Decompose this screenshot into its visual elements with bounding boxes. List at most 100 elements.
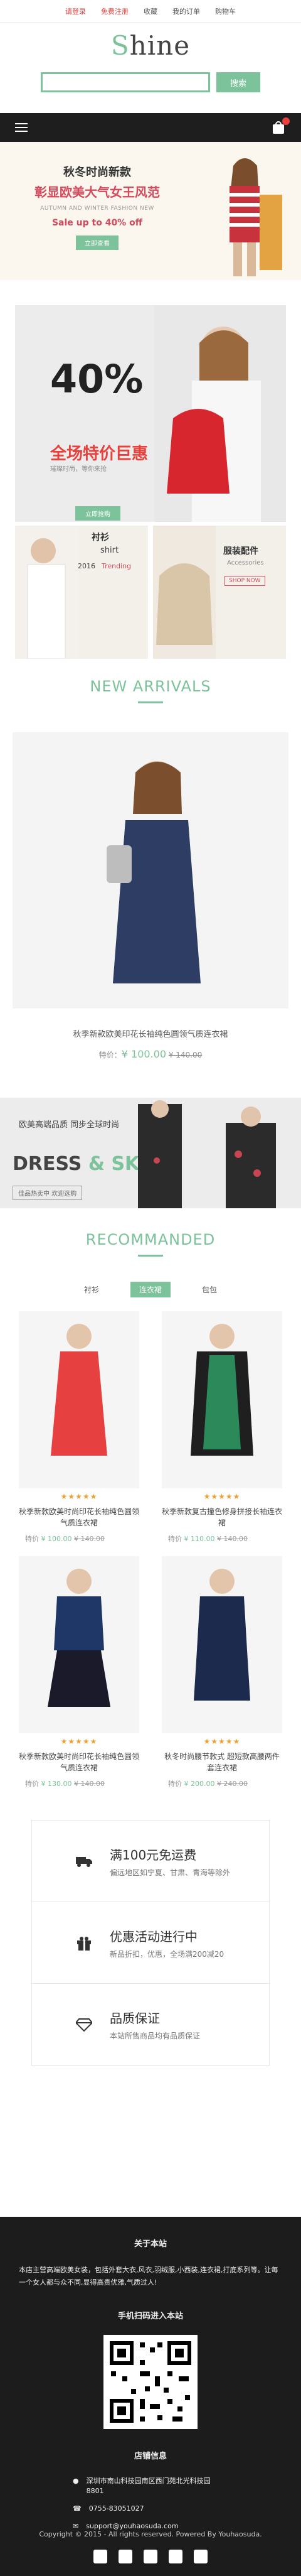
product-name[interactable]: 秋季新款欧美时尚印花长袖纯色圆领气质连衣裙 xyxy=(19,1506,139,1529)
feature-quality: 品质保证 本站所售商品均有品质保证 xyxy=(32,1984,269,2065)
promo-sale-text: 全场特价巨惠 xyxy=(50,445,149,463)
price-label: 特价： xyxy=(98,1051,122,1059)
new-arrival-product-image[interactable] xyxy=(13,732,288,1009)
site-logo[interactable]: Shine xyxy=(111,30,190,61)
shirt-model-image xyxy=(15,526,78,659)
about-text: 本店主营高端欧美女装，包括外套大衣,风衣,羽绒服,小西装,连衣裙,打底系列等。让… xyxy=(19,2266,278,2286)
acc-shop-button[interactable]: SHOP NOW xyxy=(224,576,265,586)
feature-title: 品质保证 xyxy=(110,2011,160,2026)
acc-en: Accessories xyxy=(227,560,264,566)
product-price: 特价 ¥ 130.00 ¥ 140.00 xyxy=(25,1780,105,1788)
register-link[interactable]: 免费注册 xyxy=(101,6,129,16)
promo-banner[interactable]: 40% OFF 全场特价巨惠 璀璨时尚，等你来抢 立即抢购 xyxy=(15,305,286,522)
social-links xyxy=(0,2550,301,2563)
product-name[interactable]: 秋季新款欧美时尚印花长袖纯色圆领气质连衣裙 xyxy=(19,1751,139,1773)
cart-link[interactable]: 购物车 xyxy=(215,6,236,16)
shirt-tile[interactable]: 衬衫 shirt 2016 Trending xyxy=(15,526,148,659)
product-name[interactable]: 秋季新款复古撞色修身拼接长袖连衣裙 xyxy=(162,1506,282,1529)
shopping-bag-icon[interactable] xyxy=(271,117,290,135)
phone-icon: ☎ xyxy=(73,2504,82,2513)
tab-bags[interactable]: 包包 xyxy=(193,1282,226,1297)
copyright: Copyright © 2015 - All rights reserved. … xyxy=(39,2530,262,2538)
product-price: 特价 ¥ 110.00 ¥ 140.00 xyxy=(168,1535,248,1543)
top-bar: 请登录 免费注册 收藏 我的订单 购物车 xyxy=(0,0,301,23)
search-bar: 搜索 xyxy=(0,68,301,97)
hero-en: AUTUMN AND WINTER FASHION NEW xyxy=(40,205,154,212)
shirt-trend: Trending xyxy=(102,562,132,570)
product-card[interactable]: ★★★★★ 秋季新款欧美时尚印花长袖纯色圆领气质连衣裙 特价 ¥ 100.00 … xyxy=(19,1311,139,1544)
menu-icon[interactable] xyxy=(15,123,28,132)
tab-dresses[interactable]: 连衣裙 xyxy=(130,1282,171,1297)
map-pin-icon: ● xyxy=(73,2477,79,2485)
banner2-button[interactable]: 佳品热卖中 欢迎选购 xyxy=(13,1186,83,1200)
logo-s: S xyxy=(110,30,130,61)
model-with-bag-image xyxy=(154,305,286,522)
rating-stars: ★★★★★ xyxy=(203,1737,241,1746)
store-info-title: 店铺信息 xyxy=(134,2452,167,2461)
product-grid: ★★★★★ 秋季新款欧美时尚印花长袖纯色圆领气质连衣裙 特价 ¥ 100.00 … xyxy=(19,1311,282,1789)
about-title: 关于本站 xyxy=(134,2239,167,2249)
login-link[interactable]: 请登录 xyxy=(65,6,86,16)
phone-row: ☎ 0755-83051027 xyxy=(73,2504,301,2514)
phone-text: 0755-83051027 xyxy=(88,2504,144,2513)
acc-cn: 服装配件 xyxy=(223,546,258,556)
hero-subtitle: 彰显欧美大气女王风范 xyxy=(34,185,160,200)
product-price: 特价 ¥ 100.00 ¥ 140.00 xyxy=(25,1535,105,1543)
product-card[interactable]: ★★★★★ 秋季新款复古撞色修身拼接长袖连衣裙 特价 ¥ 110.00 ¥ 14… xyxy=(162,1311,282,1544)
contact-info: ● 深圳市南山科技园南区西门苑北光科技园8801 ☎ 0755-83051027 ✉… xyxy=(73,2476,301,2531)
hero-title: 秋冬时尚新款 xyxy=(63,166,131,179)
accessories-tile[interactable]: 服装配件 Accessories SHOP NOW xyxy=(153,526,286,659)
douban-icon[interactable] xyxy=(144,2550,157,2563)
gift-icon xyxy=(77,1936,91,1951)
feature-sub: 偏远地区如宁夏、甘肃、青海等除外 xyxy=(110,1868,231,1877)
feature-free-shipping: 满100元免运费 偏远地区如宁夏、甘肃、青海等除外 xyxy=(32,1821,269,1902)
dress-skirt-banner[interactable]: 欧美高端品质 同步全球时尚 DRESS & SKIRT 佳品热卖中 欢迎选购 xyxy=(0,1098,301,1208)
new-arrival-price: 特价：¥ 100.00 ¥ 140.00 xyxy=(0,1048,301,1060)
promo-sub-text: 璀璨时尚，等你来抢 xyxy=(50,466,107,473)
product-image xyxy=(162,1311,282,1488)
promo-button[interactable]: 立即抢购 xyxy=(75,506,120,521)
hero-sale: Sale up to 40% off xyxy=(51,218,143,228)
footer: 关于本站 本店主营高端欧美女装，包括外套大衣,风衣,羽绒服,小西装,连衣裙,打底… xyxy=(0,2217,301,2576)
product-image xyxy=(162,1556,282,1733)
product-card[interactable]: ★★★★★ 秋冬时尚腰节款式 超短款高腰两件套连衣裙 特价 ¥ 200.00 ¥… xyxy=(162,1556,282,1789)
qq-icon[interactable] xyxy=(194,2550,208,2563)
shirt-year: 2016 xyxy=(78,562,95,570)
category-tiles: 衬衫 shirt 2016 Trending 服装配件 Accessories … xyxy=(15,526,286,659)
product-name[interactable]: 秋冬时尚腰节款式 超短款高腰两件套连衣裙 xyxy=(162,1751,282,1773)
shirt-cn: 衬衫 xyxy=(92,533,109,543)
qr-code xyxy=(103,2335,198,2429)
old-price: ¥ 140.00 xyxy=(168,1051,203,1059)
current-price: ¥ 100.00 xyxy=(121,1048,166,1060)
feature-title: 优惠活动进行中 xyxy=(110,1929,198,1944)
product-card[interactable]: ★★★★★ 秋季新款欧美时尚印花长袖纯色圆领气质连衣裙 特价 ¥ 130.00 … xyxy=(19,1556,139,1789)
nav-bar xyxy=(0,113,301,142)
dress-models-image xyxy=(138,1100,276,1208)
wechat-icon[interactable] xyxy=(93,2550,107,2563)
amp: & xyxy=(82,1153,112,1175)
logo-rest: hine xyxy=(129,30,191,61)
service-features: 满100元免运费 偏远地区如宁夏、甘肃、青海等除外 优惠活动进行中 新品折扣，优惠，… xyxy=(31,1820,270,2066)
shirt-en: shirt xyxy=(100,546,119,555)
cart-badge xyxy=(282,117,290,125)
search-input[interactable] xyxy=(41,72,210,92)
truck-icon xyxy=(76,1856,92,1867)
my-orders-link[interactable]: 我的订单 xyxy=(172,6,200,16)
qr-title: 手机扫码进入本站 xyxy=(117,2312,183,2321)
address-row: ● 深圳市南山科技园南区西门苑北光科技园8801 xyxy=(73,2476,301,2496)
dress-word: DRESS xyxy=(13,1153,82,1175)
search-button[interactable]: 搜索 xyxy=(216,72,260,92)
recommanded-title: RECOMMANDED xyxy=(85,1231,216,1248)
weibo-icon[interactable] xyxy=(119,2550,132,2563)
accessories-image xyxy=(153,526,216,659)
diamond-icon xyxy=(76,2018,92,2032)
favorites-link[interactable]: 收藏 xyxy=(144,6,157,16)
title-underline xyxy=(138,701,163,703)
model-image xyxy=(230,158,282,276)
hero-banner[interactable]: 秋冬时尚新款 彰显欧美大气女王风范 AUTUMN AND WINTER FASH… xyxy=(0,142,301,280)
tab-shirts[interactable]: 衬衫 xyxy=(75,1282,108,1297)
hero-button[interactable]: 立即查看 xyxy=(76,235,119,250)
rating-stars: ★★★★★ xyxy=(60,1492,98,1501)
new-arrival-name[interactable]: 秋季新款欧美印花长袖纯色圆领气质连衣裙 xyxy=(0,1027,301,1039)
renren-icon[interactable] xyxy=(169,2550,182,2563)
